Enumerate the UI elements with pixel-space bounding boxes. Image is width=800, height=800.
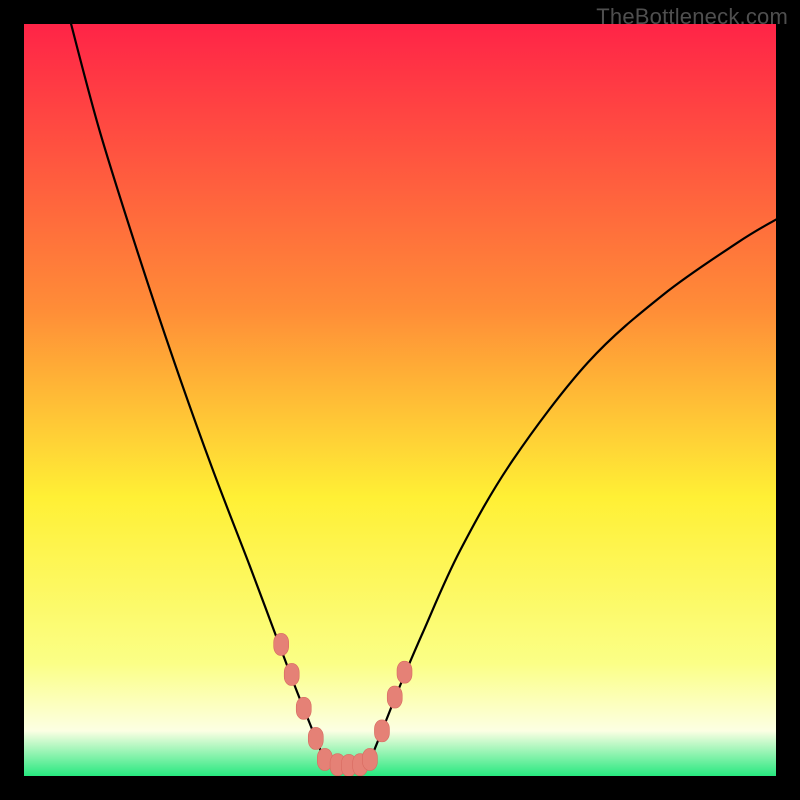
marker-point: [374, 720, 389, 742]
marker-point: [397, 661, 412, 683]
outer-frame: TheBottleneck.com: [0, 0, 800, 800]
marker-point: [284, 663, 299, 685]
marker-point: [362, 748, 377, 770]
marker-point: [274, 633, 289, 655]
marker-point: [387, 686, 402, 708]
marker-point: [296, 697, 311, 719]
chart-svg: [24, 24, 776, 776]
plot-area: [24, 24, 776, 776]
marker-point: [308, 727, 323, 749]
